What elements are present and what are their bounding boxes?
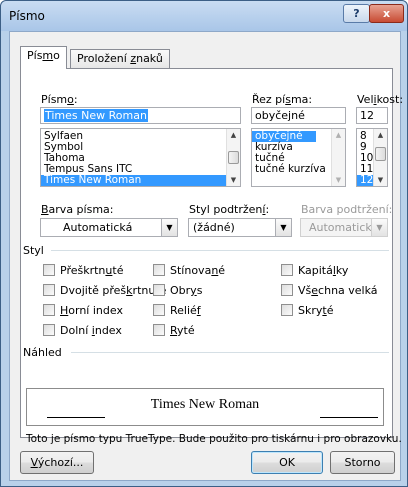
font-size-listbox[interactable]: 8 9 10 11 12 ▲ ▼ — [356, 128, 388, 187]
tab-font-label: Pís — [27, 49, 43, 62]
scroll-down-icon[interactable]: ▼ — [374, 174, 387, 186]
hidden-checkbox[interactable]: Skryté — [281, 304, 334, 318]
font-color-label: Barva písma: — [41, 203, 114, 216]
emboss-checkbox[interactable]: Reliéf — [153, 304, 201, 318]
tab-font[interactable]: Písmo — [20, 46, 67, 69]
scroll-down-icon[interactable]: ▼ — [332, 174, 345, 186]
underline-style-label: Styl podtržení: — [189, 203, 270, 216]
font-listbox[interactable]: Sylfaen Symbol Tahoma Tempus Sans ITC Ti… — [40, 128, 241, 187]
scroll-up-icon[interactable]: ▲ — [227, 129, 240, 141]
font-name-value: Times New Roman — [44, 109, 148, 122]
font-dialog-window: Písmo ? x Písmo Proložení znaků Písmo: T… — [0, 0, 408, 487]
preview-rule-right — [320, 417, 378, 418]
scroll-up-icon[interactable]: ▲ — [332, 129, 345, 141]
font-size-item-selected[interactable]: 12 — [357, 175, 373, 186]
title-bar[interactable]: Písmo ? x — [1, 1, 407, 31]
underline-color-combo: Automatická ▼ — [300, 218, 388, 237]
double-strikethrough-checkbox[interactable]: Dvojitě přeškrtnuté — [43, 284, 166, 298]
font-style-label: Řez písma: — [252, 93, 313, 106]
tab-character-spacing[interactable]: Proložení znaků — [70, 49, 170, 68]
chevron-down-icon: ▼ — [371, 219, 387, 236]
all-caps-checkbox[interactable]: Všechna velká — [281, 284, 378, 298]
scroll-up-icon[interactable]: ▲ — [374, 129, 387, 141]
tab-spacing-label-end: naků — [136, 52, 163, 65]
chevron-down-icon[interactable]: ▼ — [275, 219, 291, 236]
effects-divider — [51, 250, 389, 251]
preview-sample-text: Times New Roman — [150, 397, 260, 412]
outline-checkbox[interactable]: Obrys — [153, 284, 202, 298]
font-size-label: Velikost: — [357, 93, 404, 106]
engrave-checkbox[interactable]: Ryté — [153, 324, 195, 338]
preview-rule-left — [47, 417, 105, 418]
underline-color-value: Automatická — [309, 221, 379, 234]
underline-style-value: (žádné) — [193, 221, 235, 234]
font-list-scrollbar[interactable]: ▲ ▼ — [226, 129, 240, 186]
close-button[interactable]: x — [369, 4, 404, 23]
effects-group-title: Styl — [23, 244, 48, 257]
superscript-checkbox[interactable]: Horní index — [43, 304, 123, 318]
font-style-listbox[interactable]: obyčejné kurzíva tučné tučné kurzíva ▲ ▼ — [251, 128, 346, 187]
preview-box: Times New Roman — [26, 388, 384, 426]
help-button[interactable]: ? — [343, 4, 370, 23]
strikethrough-checkbox[interactable]: Přeškrtnuté — [43, 264, 123, 278]
preview-divider — [71, 352, 389, 353]
shadow-checkbox[interactable]: Stínované — [153, 264, 225, 278]
underline-color-label: Barva podtržení: — [301, 203, 393, 216]
tab-font-label-end: o — [53, 49, 60, 62]
font-size-scrollbar[interactable]: ▲ ▼ — [373, 129, 387, 186]
default-button[interactable]: Výchozí... — [20, 451, 94, 474]
font-label: Písmo: — [41, 93, 78, 106]
chevron-down-icon[interactable]: ▼ — [161, 219, 177, 236]
ok-button[interactable]: OK — [251, 451, 323, 474]
preview-group-title: Náhled — [23, 346, 66, 359]
tab-spacing-label: Proložení — [77, 52, 131, 65]
font-style-input[interactable]: obyčejné — [251, 107, 346, 124]
font-style-scrollbar[interactable]: ▲ ▼ — [331, 129, 345, 186]
font-name-input[interactable]: Times New Roman — [40, 107, 241, 124]
scroll-down-icon[interactable]: ▼ — [227, 174, 240, 186]
font-color-value: Automatická — [63, 221, 133, 234]
font-size-input[interactable]: 12 — [356, 107, 388, 124]
subscript-checkbox[interactable]: Dolní index — [43, 324, 122, 338]
font-list-item-selected[interactable]: Times New Roman — [41, 175, 226, 186]
window-title: Písmo — [9, 9, 45, 23]
font-color-combo[interactable]: Automatická ▼ — [40, 218, 178, 237]
tab-font-accel: m — [42, 49, 54, 62]
scroll-thumb[interactable] — [228, 151, 239, 164]
dialog-client-area: Písmo Proložení znaků Písmo: Times New R… — [9, 31, 403, 481]
underline-style-combo[interactable]: (žádné) ▼ — [188, 218, 292, 237]
font-tab-panel: Písmo: Times New Roman Sylfaen Symbol Ta… — [20, 68, 403, 445]
cancel-button[interactable]: Storno — [330, 451, 395, 474]
small-caps-checkbox[interactable]: Kapitálky — [281, 264, 348, 278]
scroll-thumb[interactable] — [375, 147, 386, 161]
font-type-description: Toto je písmo typu TrueType. Bude použit… — [26, 433, 402, 445]
